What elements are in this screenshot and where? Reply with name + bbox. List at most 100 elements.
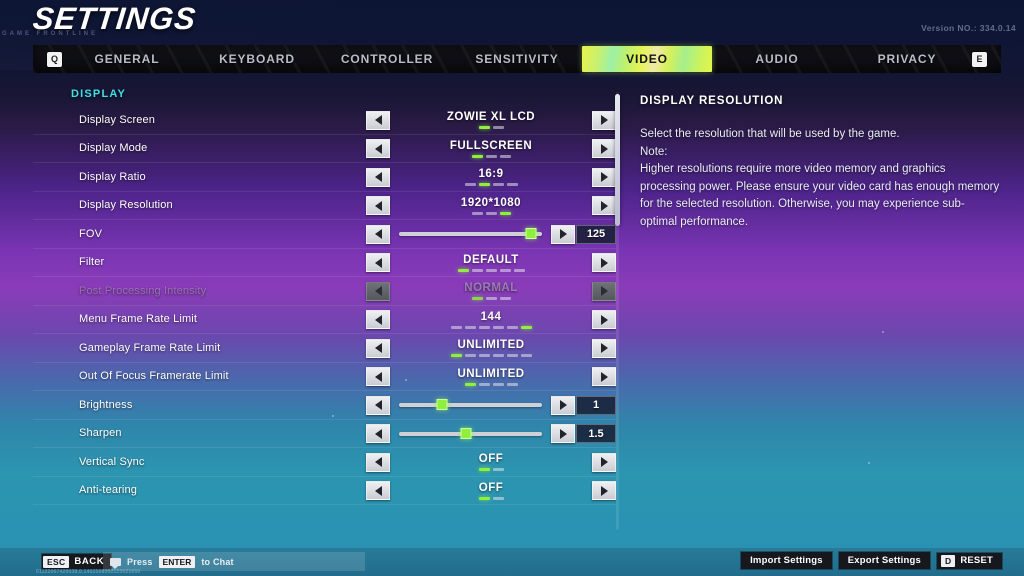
import-settings-button[interactable]: Import Settings [741,552,832,569]
arrow-right-icon[interactable] [592,253,616,273]
arrow-right-icon[interactable] [592,167,616,187]
arrow-left-icon[interactable] [366,395,390,415]
option-dot [492,496,504,500]
background-particle [868,462,870,464]
slider-thumb[interactable] [525,228,537,240]
setting-row[interactable]: Vertical Sync OFF [33,448,616,477]
arrow-right-icon[interactable] [592,481,616,501]
arrow-right-icon[interactable] [592,338,616,358]
setting-slider[interactable] [390,420,551,449]
option-dot [478,183,490,187]
setting-row[interactable]: Menu Frame Rate Limit 144 [33,306,616,334]
arrow-right-icon[interactable] [592,196,616,216]
setting-row[interactable]: Anti-tearing OFF [33,477,616,506]
setting-row[interactable]: Gameplay Frame Rate Limit UNLIMITED [33,334,616,363]
setting-control: DEFAULT [366,249,616,278]
slider-thumb[interactable] [436,399,448,411]
option-dot [478,325,490,329]
page-subtitle: GAME FRONTLINE [2,31,98,37]
setting-row[interactable]: FOV 125 [33,220,616,249]
setting-control: 1.5 [366,420,616,449]
setting-row[interactable]: Display Screen ZOWIE XL LCD [33,106,616,135]
arrow-right-icon[interactable] [592,452,616,472]
tab-sensitivity[interactable]: SENSITIVITY [452,46,582,72]
setting-slider[interactable] [390,220,551,249]
arrow-left-icon[interactable] [366,196,390,216]
arrow-right-icon[interactable] [551,395,575,415]
setting-label: Post Processing Intensity [79,284,207,297]
tab-privacy[interactable]: PRIVACY [842,46,972,72]
export-settings-button[interactable]: Export Settings [838,552,930,569]
setting-control: 1920*1080 [366,192,616,221]
settings-tab-bar: Q GENERAL KEYBOARD CONTROLLER SENSITIVITY VI… [33,45,1001,73]
setting-row[interactable]: Sharpen 1.5 [33,420,616,449]
option-position-indicator [478,496,504,500]
arrow-left-icon[interactable] [366,452,390,472]
option-position-indicator [478,468,504,472]
next-tab-key-badge[interactable]: E [972,51,987,67]
setting-label: Anti-tearing [79,484,138,497]
slider-track[interactable] [399,427,542,439]
arrow-left-icon[interactable] [366,167,390,187]
tab-video[interactable]: VIDEO [582,46,712,72]
option-dot [450,354,462,358]
setting-row[interactable]: Filter DEFAULT [33,249,616,278]
arrow-right-icon[interactable] [592,310,616,330]
setting-label: Gameplay Frame Rate Limit [79,341,221,354]
arrow-right-icon[interactable] [592,281,616,301]
back-button[interactable]: ESC BACK [42,554,112,569]
prev-tab-key-badge[interactable]: Q [47,51,62,67]
option-position-indicator [457,268,525,272]
arrow-right-icon[interactable] [551,224,575,244]
slider-thumb[interactable] [460,427,472,439]
slider-track[interactable] [399,399,542,411]
tab-audio[interactable]: AUDIO [712,46,842,72]
option-dot [520,325,532,329]
arrow-left-icon[interactable] [366,224,390,244]
setting-row[interactable]: Out Of Focus Framerate Limit UNLIMITED [33,363,616,391]
arrow-left-icon[interactable] [366,367,390,387]
setting-value: UNLIMITED [457,367,525,380]
arrow-right-icon[interactable] [592,110,616,130]
arrow-left-icon[interactable] [366,139,390,159]
arrow-right-icon[interactable] [592,367,616,387]
setting-control: UNLIMITED [366,334,616,363]
arrow-left-icon[interactable] [366,338,390,358]
setting-value: 144 [480,310,502,323]
setting-row[interactable]: Post Processing Intensity NORMAL [33,277,616,306]
option-dot [464,354,476,358]
setting-value-wrap: FULLSCREEN [390,135,592,164]
setting-row[interactable]: Display Resolution 1920*1080 [33,192,616,221]
arrow-left-icon[interactable] [366,424,390,444]
arrow-left-icon[interactable] [366,310,390,330]
slider-value: 1 [576,395,616,415]
arrow-left-icon[interactable] [366,253,390,273]
settings-scrollbar-thumb[interactable] [615,94,620,226]
setting-label: Display Screen [79,113,156,126]
slider-track[interactable] [399,228,542,240]
setting-row[interactable]: Display Ratio 16:9 [33,163,616,192]
setting-control: OFF [366,448,616,477]
setting-row[interactable]: Display Mode FULLSCREEN [33,135,616,164]
arrow-right-icon[interactable] [551,424,575,444]
reset-button-label: RESET [960,555,993,566]
option-dot [471,211,483,215]
setting-control: 125 [366,220,616,249]
tab-controller[interactable]: CONTROLLER [322,46,452,72]
option-dot [520,354,532,358]
chat-hint-bar[interactable]: Press ENTER to Chat [103,552,365,571]
option-position-indicator [478,126,504,130]
setting-row[interactable]: Brightness 1 [33,391,616,420]
arrow-left-icon[interactable] [366,110,390,130]
description-panel: DISPLAY RESOLUTION Select the resolution… [640,95,1000,231]
settings-row-list[interactable]: Display Screen ZOWIE XL LCD Display Mode FU… [33,106,616,526]
option-dot [499,268,511,272]
arrow-left-icon[interactable] [366,481,390,501]
reset-button[interactable]: D RESET [936,552,1002,569]
tab-general[interactable]: GENERAL [62,46,192,72]
setting-value-wrap: OFF [390,477,592,506]
tab-keyboard[interactable]: KEYBOARD [192,46,322,72]
arrow-right-icon[interactable] [592,139,616,159]
arrow-left-icon[interactable] [366,281,390,301]
setting-slider[interactable] [390,391,551,420]
